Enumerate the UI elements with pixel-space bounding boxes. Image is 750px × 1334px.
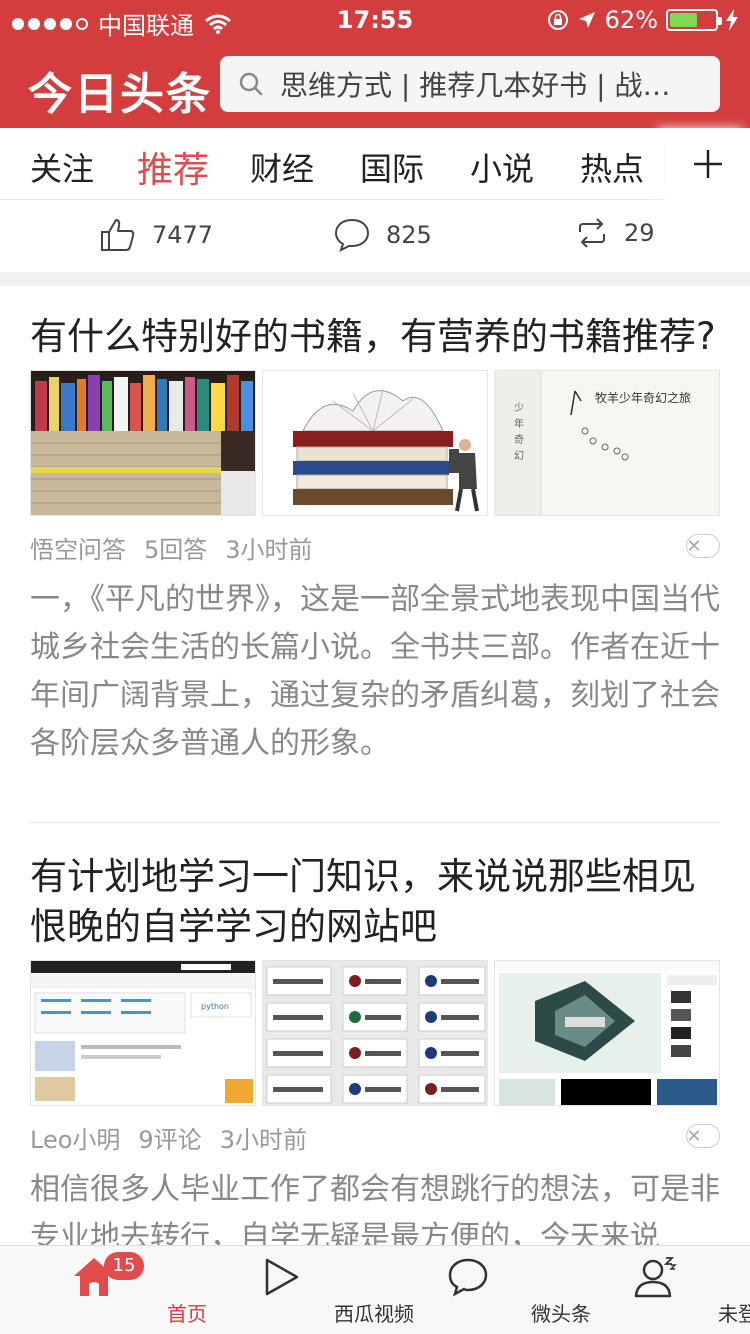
nav-account[interactable]: 未登录 bbox=[561, 1246, 750, 1334]
dismiss-button[interactable]: ✕ bbox=[686, 534, 720, 558]
share-button[interactable]: 29 bbox=[576, 218, 655, 248]
like-count: 7477 bbox=[152, 221, 214, 249]
battery-fill bbox=[670, 13, 698, 27]
article-meta: Leo小明 9评论 3小时前 ✕ bbox=[30, 1120, 720, 1155]
article-source[interactable]: 悟空问答 bbox=[30, 530, 126, 565]
like-button[interactable]: 7477 bbox=[100, 218, 213, 252]
article-thumbnails[interactable]: 少 年 奇 幻 牧羊少年奇幻之旅 bbox=[30, 370, 720, 516]
thumbnail-book-pusher[interactable] bbox=[262, 370, 488, 516]
app-logo[interactable]: 今日头条 bbox=[28, 58, 212, 122]
thumbnail-book-cover[interactable]: 少 年 奇 幻 牧羊少年奇幻之旅 bbox=[494, 370, 720, 516]
article-title[interactable]: 有什么特别好的书籍，有营养的书籍推荐? bbox=[30, 312, 720, 362]
website-screenshot-image: python bbox=[31, 961, 255, 1103]
add-channel-button[interactable] bbox=[666, 128, 750, 200]
nav-account-label: 未登录 bbox=[718, 1302, 750, 1326]
plus-icon bbox=[694, 150, 722, 178]
article-answer-count: 5回答 bbox=[144, 535, 208, 564]
comment-bubble-icon bbox=[334, 218, 370, 252]
article-time: 3小时前 bbox=[219, 1125, 307, 1154]
comment-count: 825 bbox=[386, 221, 432, 249]
bookshelf-image bbox=[31, 371, 255, 515]
tab-hot[interactable]: 热点 bbox=[580, 144, 644, 190]
svg-text:python: python bbox=[201, 1002, 229, 1011]
book-cover-title: 牧羊少年奇幻之旅 bbox=[595, 391, 692, 405]
channel-tabs: 关注 推荐 财经 国际 小说 热点 bbox=[0, 128, 750, 200]
thumbnail-website-screenshot[interactable]: python bbox=[30, 960, 256, 1106]
book-stack-image bbox=[293, 388, 479, 512]
search-icon bbox=[239, 72, 263, 96]
svg-text:幻: 幻 bbox=[514, 449, 524, 462]
university-logos-image bbox=[266, 966, 486, 1104]
tab-follow[interactable]: 关注 bbox=[30, 144, 94, 190]
thumbs-up-icon bbox=[101, 219, 135, 251]
play-icon bbox=[265, 1258, 298, 1296]
share-count: 29 bbox=[624, 219, 655, 247]
user-sleep-icon bbox=[634, 1257, 677, 1298]
tab-finance[interactable]: 财经 bbox=[250, 144, 314, 190]
thumbnail-university-logos[interactable] bbox=[262, 960, 488, 1106]
app-header: 中国联通 17:55 62% 今日头条 思维方式 | 推荐几本好书 | 战… bbox=[0, 0, 750, 128]
battery-icon bbox=[666, 9, 722, 31]
svg-text:少: 少 bbox=[514, 402, 524, 414]
nav-xigua-video[interactable]: 西瓜视频 bbox=[187, 1246, 414, 1334]
article-summary[interactable]: 一，《平凡的世界》，这是一部全景式地表现中国当代城乡社会生活的长篇小说。全书共三… bbox=[30, 576, 720, 768]
status-bar: 中国联通 17:55 62% bbox=[0, 0, 750, 40]
search-bar[interactable]: 思维方式 | 推荐几本好书 | 战… bbox=[220, 56, 720, 112]
svg-text:奇: 奇 bbox=[514, 433, 524, 446]
thumbnail-bookshelf[interactable] bbox=[30, 370, 256, 516]
nav-home[interactable]: 15 首页 bbox=[0, 1246, 207, 1334]
location-arrow-icon bbox=[578, 12, 595, 28]
article-thumbnails[interactable]: python bbox=[30, 960, 720, 1106]
battery-percent: 62% bbox=[604, 6, 658, 34]
repost-icon bbox=[579, 218, 605, 248]
nav-micro-headline[interactable]: 微头条 bbox=[374, 1246, 591, 1334]
search-placeholder: 思维方式 | 推荐几本好书 | 战… bbox=[280, 69, 671, 102]
bottom-tab-bar: 15 首页 西瓜视频 微头条 未登录 bbox=[0, 1245, 750, 1334]
close-icon: ✕ bbox=[686, 535, 702, 557]
article-time: 3小时前 bbox=[225, 535, 313, 564]
article-divider bbox=[30, 822, 720, 823]
chat-bubble-icon bbox=[448, 1258, 487, 1297]
article-source[interactable]: Leo小明 bbox=[30, 1120, 120, 1155]
tab-novel[interactable]: 小说 bbox=[470, 144, 534, 190]
reaction-bar: 7477 825 29 bbox=[0, 200, 750, 272]
svg-text:年: 年 bbox=[514, 417, 524, 430]
charging-bolt-icon bbox=[726, 9, 738, 31]
notification-badge: 15 bbox=[104, 1252, 144, 1280]
close-icon: ✕ bbox=[686, 1125, 702, 1147]
design-site-image bbox=[495, 961, 719, 1105]
comment-button[interactable]: 825 bbox=[334, 218, 432, 252]
article-comment-count: 9评论 bbox=[138, 1125, 202, 1154]
thumbnail-design-site[interactable] bbox=[494, 960, 720, 1106]
status-right: 62% bbox=[547, 6, 738, 34]
article-card[interactable]: 有什么特别好的书籍，有营养的书籍推荐? 少 年 奇 幻 牧羊少年奇幻之旅 悟空问… bbox=[30, 312, 720, 768]
article-title[interactable]: 有计划地学习一门知识，来说说那些相见恨晚的自学学习的网站吧 bbox=[30, 852, 720, 952]
section-separator bbox=[0, 272, 750, 286]
tab-international[interactable]: 国际 bbox=[360, 144, 424, 190]
article-card[interactable]: 有计划地学习一门知识，来说说那些相见恨晚的自学学习的网站吧 python Leo… bbox=[30, 852, 720, 1262]
rotation-lock-icon bbox=[547, 10, 568, 30]
tab-recommend[interactable]: 推荐 bbox=[137, 141, 209, 193]
article-meta: 悟空问答 5回答 3小时前 ✕ bbox=[30, 530, 720, 565]
dismiss-button[interactable]: ✕ bbox=[686, 1124, 720, 1148]
